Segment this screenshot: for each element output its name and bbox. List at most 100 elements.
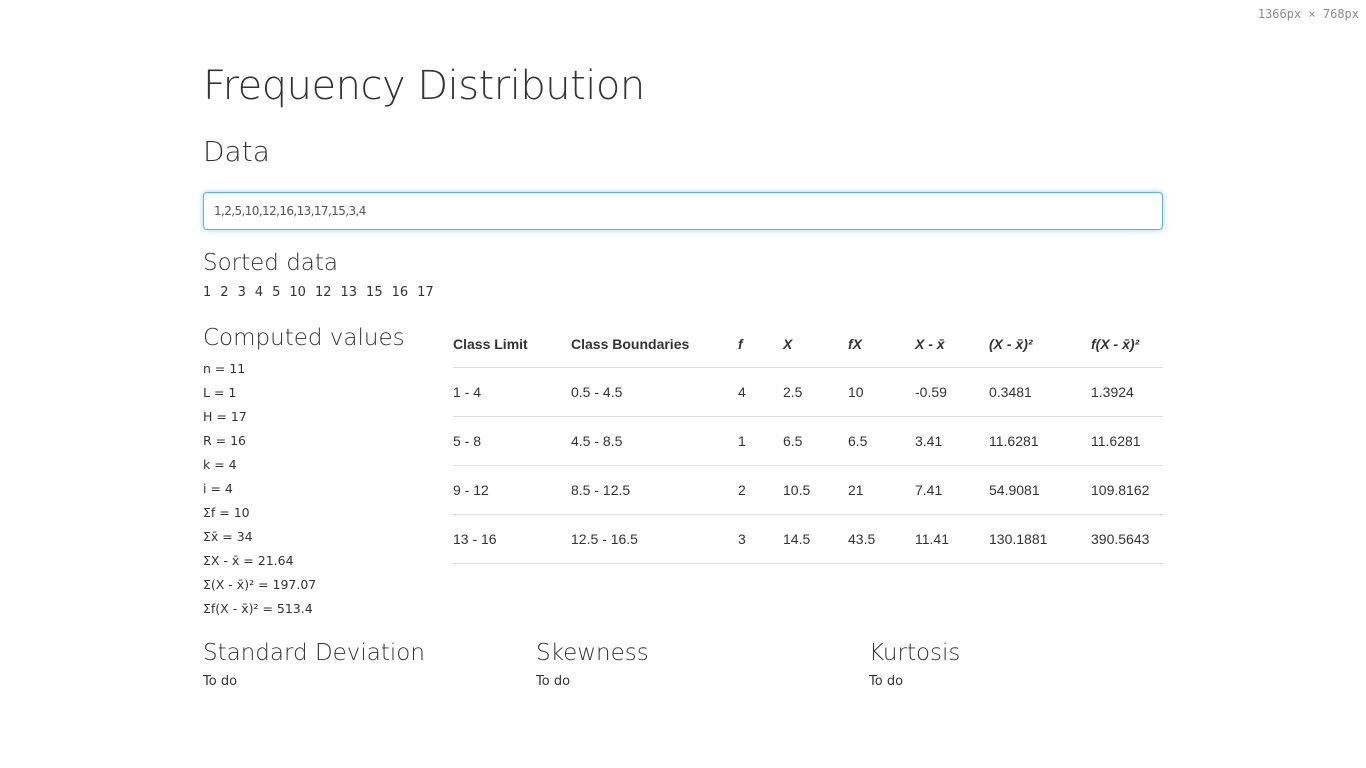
computed-label: Σx̄ <box>203 529 219 544</box>
computed-item: Σf = 10 <box>203 505 250 520</box>
computed-label: L <box>203 385 210 400</box>
computed-label: i <box>203 481 207 496</box>
computed-values-heading: Computed values <box>203 325 405 351</box>
sorted-value: 15 <box>366 285 383 300</box>
col-header-class-boundaries: Class Boundaries <box>571 320 738 368</box>
table-cell: 11.6281 <box>989 416 1091 466</box>
kurtosis-heading: Kurtosis <box>869 640 961 666</box>
table-cell: 8.5 - 12.5 <box>571 465 738 515</box>
computed-item: H = 17 <box>203 409 247 424</box>
table-cell: 6.5 <box>848 416 915 466</box>
computed-item: i = 4 <box>203 481 233 496</box>
table-cell: 14.5 <box>783 514 848 564</box>
computed-label: n <box>203 361 211 376</box>
table-row: 13 - 16 12.5 - 16.5 3 14.5 43.5 11.41 13… <box>453 514 1163 564</box>
computed-item: Σx̄ = 34 <box>203 529 253 544</box>
computed-value: 21.64 <box>257 553 294 568</box>
col-header-class-limit: Class Limit <box>453 320 571 368</box>
table-cell: 5 - 8 <box>453 416 571 466</box>
computed-item: k = 4 <box>203 457 237 472</box>
computed-label: Σ(X - x̄)² <box>203 577 255 592</box>
computed-item: L = 1 <box>203 385 237 400</box>
computed-label: Σf <box>203 505 216 520</box>
sorted-value: 10 <box>289 285 306 300</box>
page-title: Frequency Distribution <box>203 63 645 109</box>
sorted-value: 16 <box>391 285 409 300</box>
computed-value: 197.07 <box>272 577 317 592</box>
skewness-heading: Skewness <box>536 640 649 666</box>
sorted-value: 13 <box>340 285 358 300</box>
computed-value: 513.4 <box>276 601 313 616</box>
col-header-f: f <box>738 320 783 368</box>
col-header-fx: fX <box>848 320 915 368</box>
computed-label: R <box>203 433 212 448</box>
sorted-value: 2 <box>220 285 229 300</box>
table-row: 1 - 4 0.5 - 4.5 4 2.5 10 -0.59 0.3481 1.… <box>453 367 1163 417</box>
computed-label: k <box>203 457 211 472</box>
table-cell: 9 - 12 <box>453 465 571 515</box>
table-cell: 11.41 <box>915 514 989 564</box>
kurtosis-value: To do <box>869 674 904 689</box>
table-cell: 54.9081 <box>989 465 1091 515</box>
computed-item: n = 11 <box>203 361 246 376</box>
computed-value: 4 <box>228 457 237 472</box>
table-cell: 1.3924 <box>1091 367 1163 417</box>
sorted-value: 12 <box>314 285 332 300</box>
table-cell: 7.41 <box>915 465 989 515</box>
computed-label: Σf(X - x̄)² <box>203 601 259 616</box>
table-cell: -0.59 <box>915 367 989 417</box>
table-cell: 3 <box>738 514 783 564</box>
sorted-data-list: 1 2 3 4 5 10 12 13 15 16 17 <box>203 285 443 300</box>
computed-item: R = 16 <box>203 433 247 448</box>
skewness-section: Skewness To do <box>536 638 836 689</box>
table-cell: 21 <box>848 465 915 515</box>
col-header-x: X <box>783 320 848 368</box>
computed-label: H <box>203 409 213 424</box>
computed-value: 4 <box>224 481 233 496</box>
col-header-deviation-squared: (X - x̄)² <box>989 320 1091 368</box>
table-cell: 1 <box>738 416 783 466</box>
table-cell: 4 <box>738 367 783 417</box>
table-cell: 10.5 <box>783 465 848 515</box>
table-header-row: Class Limit Class Boundaries f X fX X - … <box>453 320 1163 368</box>
sorted-value: 17 <box>417 285 434 300</box>
kurtosis-section: Kurtosis To do <box>869 638 1169 689</box>
table-cell: 1 - 4 <box>453 367 571 417</box>
computed-value: 10 <box>233 505 250 520</box>
table-cell: 2.5 <box>783 367 848 417</box>
computed-value: 1 <box>228 385 237 400</box>
table-cell: 10 <box>848 367 915 417</box>
table-cell: 109.8162 <box>1091 465 1163 515</box>
computed-values-list: n = 11 L = 1 H = 17 R = 16 k = 4 i = 4 Σ… <box>203 360 316 624</box>
table-cell: 390.5643 <box>1091 514 1163 564</box>
frequency-table: Class Limit Class Boundaries f X fX X - … <box>453 320 1163 564</box>
computed-label: ΣX - x̄ <box>203 553 240 568</box>
table-row: 5 - 8 4.5 - 8.5 1 6.5 6.5 3.41 11.6281 1… <box>453 416 1163 466</box>
col-header-f-deviation-squared: f(X - x̄)² <box>1091 320 1163 368</box>
table-cell: 11.6281 <box>1091 416 1163 466</box>
data-heading: Data <box>203 135 270 168</box>
table-cell: 12.5 - 16.5 <box>571 514 738 564</box>
sorted-value: 4 <box>254 285 264 300</box>
computed-value: 34 <box>236 529 253 544</box>
table-row: 9 - 12 8.5 - 12.5 2 10.5 21 7.41 54.9081… <box>453 465 1163 515</box>
table-cell: 6.5 <box>783 416 848 466</box>
standard-deviation-section: Standard Deviation To do <box>203 638 503 689</box>
computed-value: 11 <box>229 361 246 376</box>
skewness-value: To do <box>536 674 571 689</box>
sorted-data-heading: Sorted data <box>203 250 339 276</box>
table-cell: 0.5 - 4.5 <box>571 367 738 417</box>
standard-deviation-value: To do <box>203 674 238 689</box>
table-cell: 0.3481 <box>989 367 1091 417</box>
table-cell: 43.5 <box>848 514 915 564</box>
table-cell: 130.1881 <box>989 514 1091 564</box>
viewport-size-badge: 1366px × 768px <box>1257 7 1359 21</box>
computed-item: Σ(X - x̄)² = 197.07 <box>203 577 317 592</box>
computed-item: Σf(X - x̄)² = 513.4 <box>203 601 313 616</box>
table-cell: 13 - 16 <box>453 514 571 564</box>
data-input[interactable] <box>203 192 1163 230</box>
table-cell: 3.41 <box>915 416 989 466</box>
computed-value: 17 <box>230 409 247 424</box>
table-cell: 4.5 - 8.5 <box>571 416 738 466</box>
standard-deviation-heading: Standard Deviation <box>203 640 425 666</box>
